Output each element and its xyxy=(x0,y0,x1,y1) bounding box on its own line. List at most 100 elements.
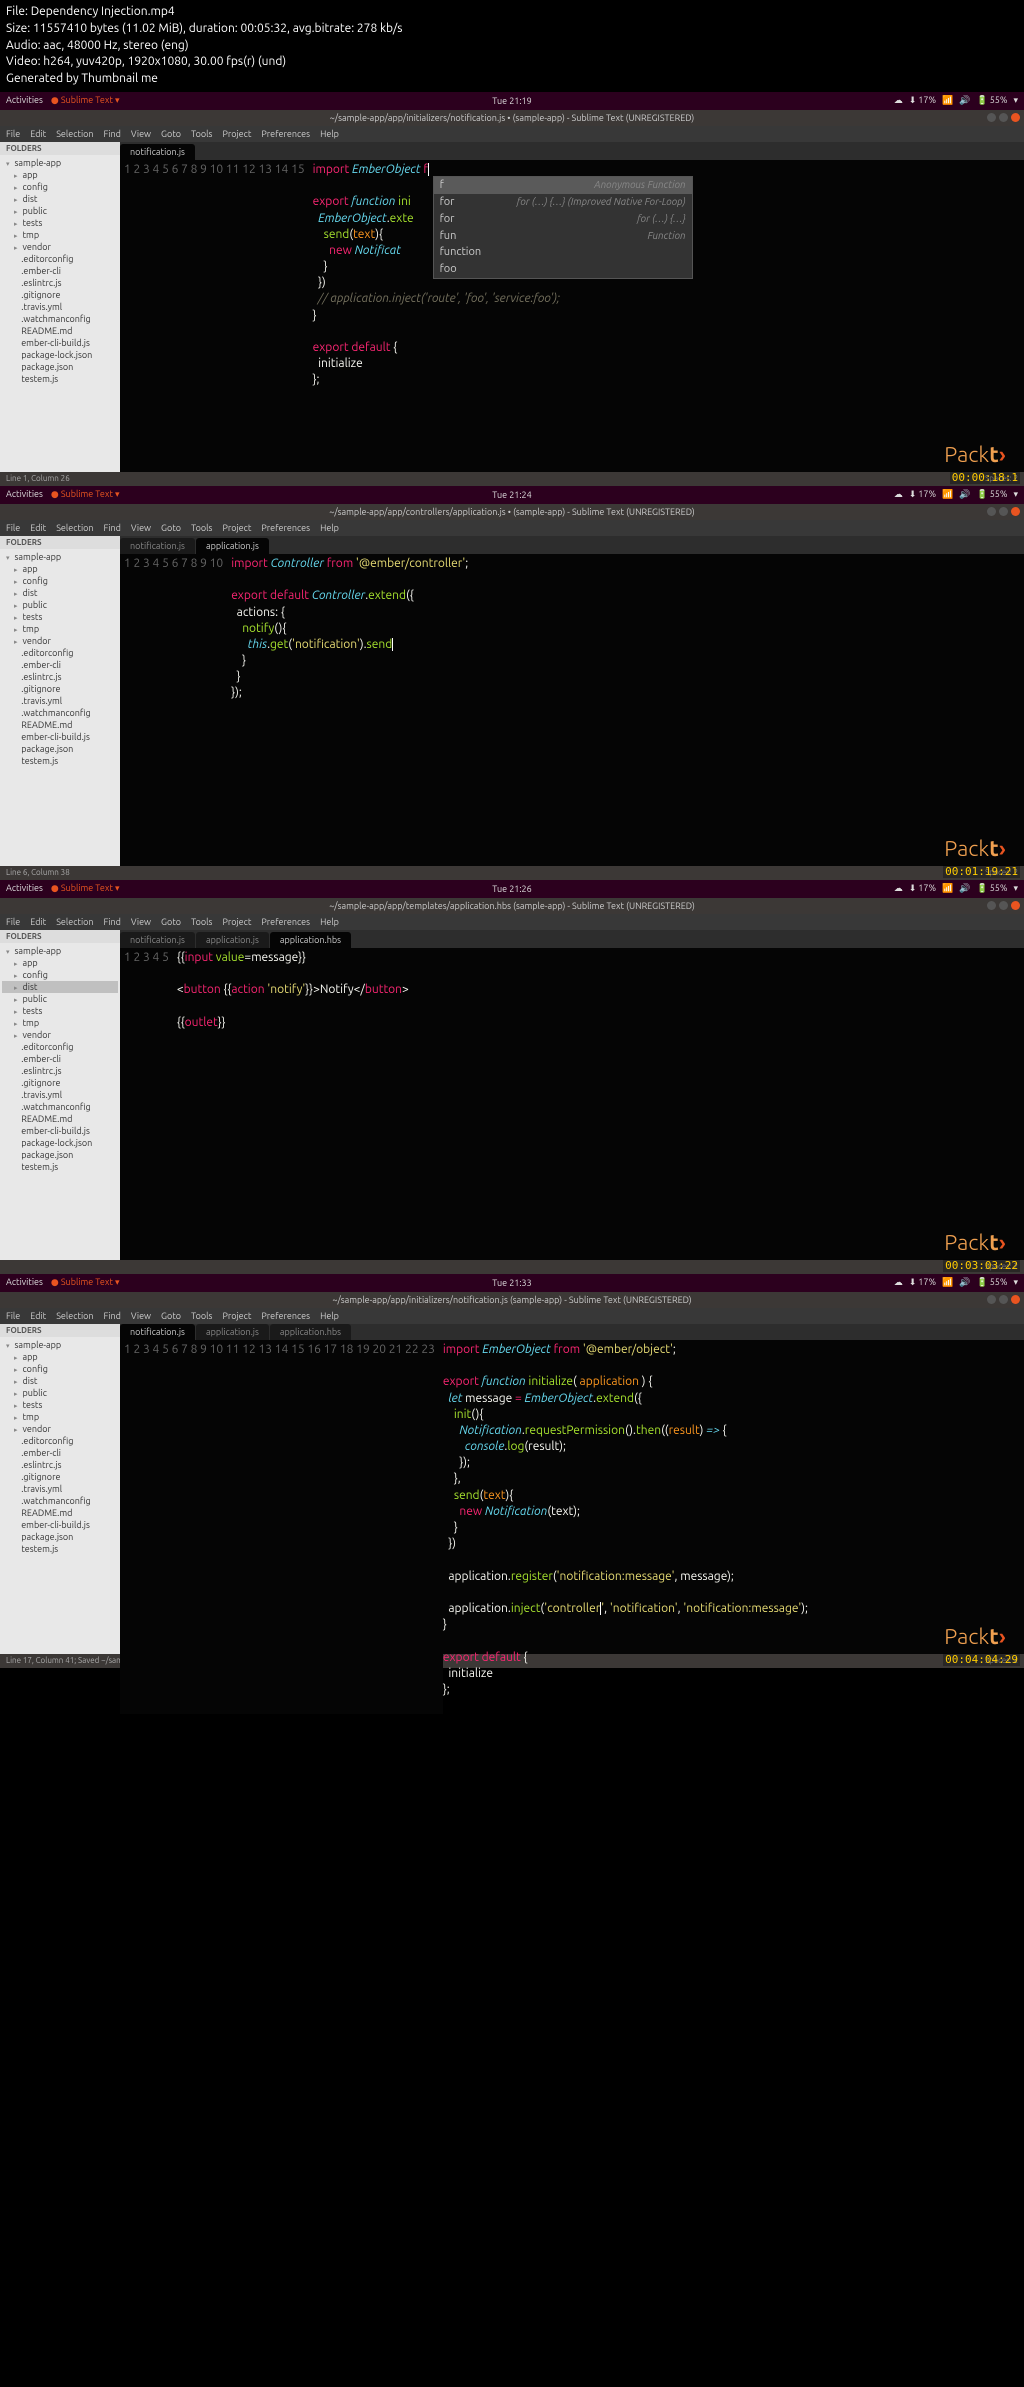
system-tray[interactable]: ☁ ⬇ 17% 📶 🔊 🔋 55% ▾ xyxy=(894,489,1018,500)
tray-icon[interactable]: ⬇ 17% xyxy=(909,1277,936,1288)
window-titlebar[interactable]: ~/sample-app/app/controllers/application… xyxy=(0,504,1024,520)
tree-item[interactable]: app xyxy=(2,563,118,575)
tree-item[interactable]: tests xyxy=(2,217,118,229)
tree-item[interactable]: ember-cli-build.js xyxy=(2,731,118,743)
app-indicator[interactable]: ● Sublime Text ▾ xyxy=(51,489,120,500)
tree-item[interactable]: .editorconfig xyxy=(2,1041,118,1053)
tree-item[interactable]: .travis.yml xyxy=(2,1089,118,1101)
tree-item[interactable]: README.md xyxy=(2,1507,118,1519)
tree-item[interactable]: .eslintrc.js xyxy=(2,1459,118,1471)
menu-item[interactable]: Project xyxy=(222,917,251,927)
tree-item[interactable]: sample-app xyxy=(2,551,118,563)
editor-tab[interactable]: application.hbs xyxy=(270,1324,351,1340)
menu-item[interactable]: File xyxy=(6,523,20,533)
tree-item[interactable]: sample-app xyxy=(2,157,118,169)
editor-tab[interactable]: application.js xyxy=(196,932,269,948)
tree-item[interactable]: package.json xyxy=(2,361,118,373)
menu-item[interactable]: File xyxy=(6,917,20,927)
tray-icon[interactable]: ☁ xyxy=(894,489,903,500)
app-indicator[interactable]: ● Sublime Text ▾ xyxy=(51,883,120,894)
tree-item[interactable]: testem.js xyxy=(2,373,118,385)
tree-item[interactable]: config xyxy=(2,1363,118,1375)
menu-item[interactable]: Selection xyxy=(56,1311,93,1321)
tree-item[interactable]: .editorconfig xyxy=(2,253,118,265)
code-body[interactable]: import Controller from '@ember/controlle… xyxy=(231,556,1024,866)
maximize-button[interactable] xyxy=(999,507,1008,516)
menu-item[interactable]: Goto xyxy=(161,1311,181,1321)
code-body[interactable]: import EmberObject from '@ember/object';… xyxy=(443,1342,1024,1714)
tray-icon[interactable]: ☁ xyxy=(894,95,903,106)
minimize-button[interactable] xyxy=(987,901,996,910)
tree-item[interactable]: testem.js xyxy=(2,1543,118,1555)
tree-item[interactable]: .travis.yml xyxy=(2,301,118,313)
menu-item[interactable]: Find xyxy=(104,523,121,533)
tree-item[interactable]: .editorconfig xyxy=(2,647,118,659)
autocomplete-popup[interactable]: fAnonymous Functionforfor (…) {…} (Impro… xyxy=(433,176,693,279)
tree-item[interactable]: README.md xyxy=(2,719,118,731)
chevron-down-icon[interactable]: ▾ xyxy=(1013,489,1018,500)
tree-item[interactable]: .ember-cli xyxy=(2,659,118,671)
tree-item[interactable]: dist xyxy=(2,587,118,599)
chevron-down-icon[interactable]: ▾ xyxy=(1013,883,1018,894)
tree-item[interactable]: app xyxy=(2,1351,118,1363)
tree-item[interactable]: tests xyxy=(2,611,118,623)
tree-item[interactable]: .watchmanconfig xyxy=(2,1101,118,1113)
menu-item[interactable]: Preferences xyxy=(261,523,310,533)
system-tray[interactable]: ☁ ⬇ 17% 📶 🔊 🔋 55% ▾ xyxy=(894,1277,1018,1288)
tree-item[interactable]: .watchmanconfig xyxy=(2,707,118,719)
tree-item[interactable]: vendor xyxy=(2,1423,118,1435)
autocomplete-item[interactable]: forfor (…) {…} (Improved Native For-Loop… xyxy=(434,194,692,211)
maximize-button[interactable] xyxy=(999,901,1008,910)
volume-icon[interactable]: 🔊 xyxy=(959,95,970,106)
tree-item[interactable]: tmp xyxy=(2,1411,118,1423)
tree-item[interactable]: .gitignore xyxy=(2,1471,118,1483)
autocomplete-item[interactable]: foo xyxy=(434,261,692,278)
menu-item[interactable]: View xyxy=(131,523,151,533)
menu-item[interactable]: Edit xyxy=(30,1311,46,1321)
close-button[interactable] xyxy=(1011,507,1020,516)
network-icon[interactable]: 📶 xyxy=(942,883,953,894)
editor-tab[interactable]: application.js xyxy=(196,1324,269,1340)
battery-icon[interactable]: 🔋 55% xyxy=(976,1277,1007,1288)
volume-icon[interactable]: 🔊 xyxy=(959,489,970,500)
menu-item[interactable]: Tools xyxy=(191,523,212,533)
tree-item[interactable]: sample-app xyxy=(2,1339,118,1351)
close-button[interactable] xyxy=(1011,901,1020,910)
tree-item[interactable]: vendor xyxy=(2,241,118,253)
tree-item[interactable]: .gitignore xyxy=(2,289,118,301)
activities-button[interactable]: Activities xyxy=(6,95,43,106)
menu-item[interactable]: Tools xyxy=(191,129,212,139)
tree-item[interactable]: package.json xyxy=(2,1149,118,1161)
menu-item[interactable]: Project xyxy=(222,129,251,139)
tree-item[interactable]: .travis.yml xyxy=(2,1483,118,1495)
minimize-button[interactable] xyxy=(987,507,996,516)
volume-icon[interactable]: 🔊 xyxy=(959,883,970,894)
tree-item[interactable]: .eslintrc.js xyxy=(2,277,118,289)
window-titlebar[interactable]: ~/sample-app/app/initializers/notificati… xyxy=(0,110,1024,126)
editor-tab[interactable]: notification.js xyxy=(120,144,195,160)
menu-item[interactable]: Edit xyxy=(30,523,46,533)
menu-item[interactable]: Tools xyxy=(191,1311,212,1321)
menu-item[interactable]: Help xyxy=(320,129,339,139)
menu-item[interactable]: Find xyxy=(104,1311,121,1321)
menu-item[interactable]: File xyxy=(6,129,20,139)
tree-item[interactable]: vendor xyxy=(2,635,118,647)
menu-item[interactable]: Preferences xyxy=(261,917,310,927)
chevron-down-icon[interactable]: ▾ xyxy=(1013,1277,1018,1288)
autocomplete-item[interactable]: funFunction xyxy=(434,228,692,245)
editor-tab[interactable]: application.js xyxy=(196,538,269,554)
tree-item[interactable]: vendor xyxy=(2,1029,118,1041)
tree-item[interactable]: .eslintrc.js xyxy=(2,1065,118,1077)
tree-item[interactable]: package-lock.json xyxy=(2,1137,118,1149)
tree-item[interactable]: ember-cli-build.js xyxy=(2,1519,118,1531)
close-button[interactable] xyxy=(1011,1295,1020,1304)
tree-item[interactable]: config xyxy=(2,969,118,981)
code-editor[interactable]: 1 2 3 4 5 6 7 8 9 10 11 12 13 14 15 16 1… xyxy=(120,1340,1024,1714)
tray-icon[interactable]: ⬇ 17% xyxy=(909,95,936,106)
menu-item[interactable]: Selection xyxy=(56,129,93,139)
autocomplete-item[interactable]: forfor (…) {…} xyxy=(434,211,692,228)
menu-item[interactable]: Edit xyxy=(30,917,46,927)
system-tray[interactable]: ☁ ⬇ 17% 📶 🔊 🔋 55% ▾ xyxy=(894,95,1018,106)
menu-item[interactable]: Find xyxy=(104,917,121,927)
menu-item[interactable]: Selection xyxy=(56,523,93,533)
